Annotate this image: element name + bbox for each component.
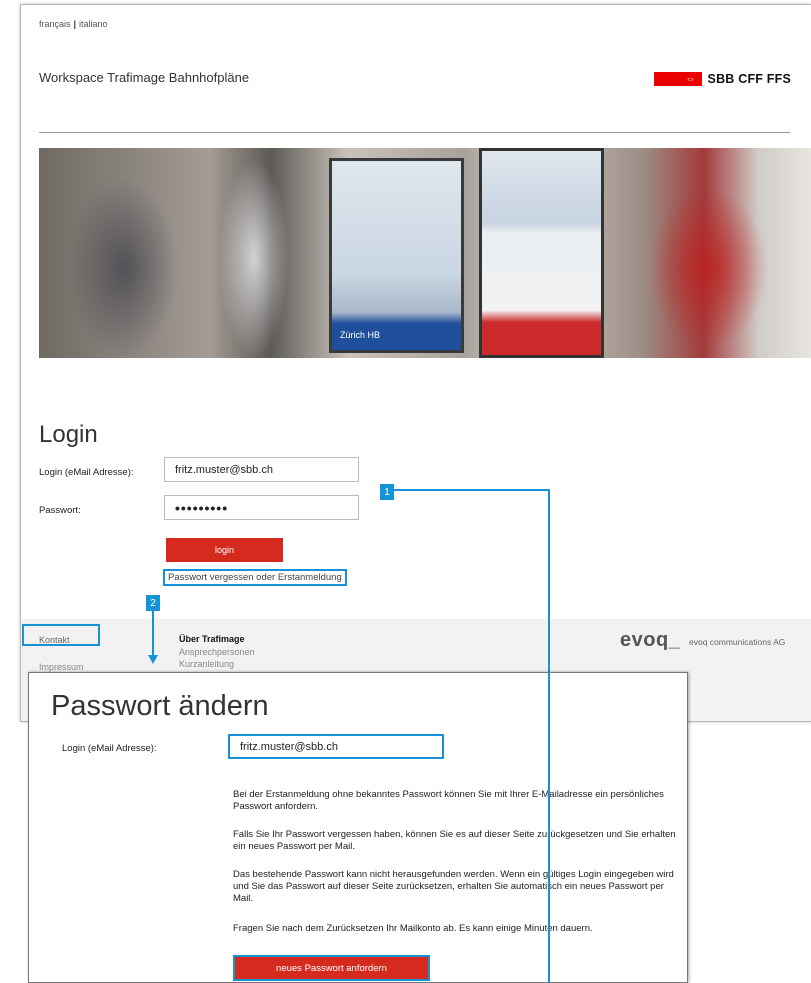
hero-panel-caption: Zürich HB [340,330,381,340]
evoq-logo[interactable]: evoq_ [620,629,680,652]
hero-station-map-panel: Zürich HB [329,158,464,353]
password-reset-dialog: Passwort ändern Login (eMail Adresse): f… [28,672,688,983]
sbb-logo[interactable]: ⇔ SBB CFF FFS [653,72,791,86]
connector-line-1-overlay [548,672,550,983]
hero-blur-figure [649,188,769,348]
request-new-password-button[interactable]: neues Passwort anfordern [233,955,430,981]
connector-line-2 [152,611,154,656]
dialog-paragraph: Das bestehende Passwort kann nicht herau… [233,869,674,904]
dialog-paragraph: Fragen Sie nach dem Zurücksetzen Ihr Mai… [233,923,593,934]
arrow-down-icon [148,655,158,664]
email-input[interactable]: fritz.muster@sbb.ch [164,457,359,482]
dialog-title: Passwort ändern [51,690,269,722]
hero-image: Zürich HB [39,148,811,358]
site-title: Workspace Trafimage Bahnhofpläne [39,70,250,85]
password-label: Passwort: [39,505,81,516]
step-badge-2: 2 [146,595,160,611]
password-input[interactable]: ••••••••• [164,495,359,520]
dialog-paragraph: Bei der Erstanmeldung ohne bekanntes Pas… [233,789,664,812]
footer-link-impressum[interactable]: Impressum [39,662,84,672]
login-page-window: français | italiano Workspace Trafimage Ba… [20,4,811,722]
lang-link-french[interactable]: français [39,19,71,29]
kontakt-highlight [22,624,100,646]
login-heading: Login [39,421,98,448]
footer-link-ansprechpersonen[interactable]: Ansprechpersonen [179,647,255,657]
dialog-email-input[interactable]: fritz.muster@sbb.ch [228,734,444,759]
dialog-paragraph: Falls Sie Ihr Passwort vergessen haben, … [233,829,676,852]
hero-station-map-panel [479,148,604,358]
header-divider [39,132,790,133]
sbb-logo-text: SBB CFF FFS [707,72,791,86]
lang-separator: | [73,19,77,29]
forgot-password-link[interactable]: Passwort vergessen oder Erstanmeldung [163,569,347,586]
footer-link-kurzanleitung[interactable]: Kurzanleitung [179,659,234,669]
email-label: Login (eMail Adresse): [39,467,134,478]
dialog-email-label: Login (eMail Adresse): [62,743,157,754]
evoq-company-name: evoq communications AG [689,637,786,647]
hero-blur-figure [219,158,289,358]
sbb-arrows-icon: ⇔ [653,72,702,86]
footer-heading-ueber: Über Trafimage [179,634,245,644]
login-button[interactable]: login [166,538,283,562]
step-badge-1: 1 [380,484,394,500]
connector-line-1 [394,489,550,491]
lang-link-italian[interactable]: italiano [79,19,108,29]
language-switcher: français | italiano [39,19,108,29]
hero-blur-figure [69,178,179,358]
